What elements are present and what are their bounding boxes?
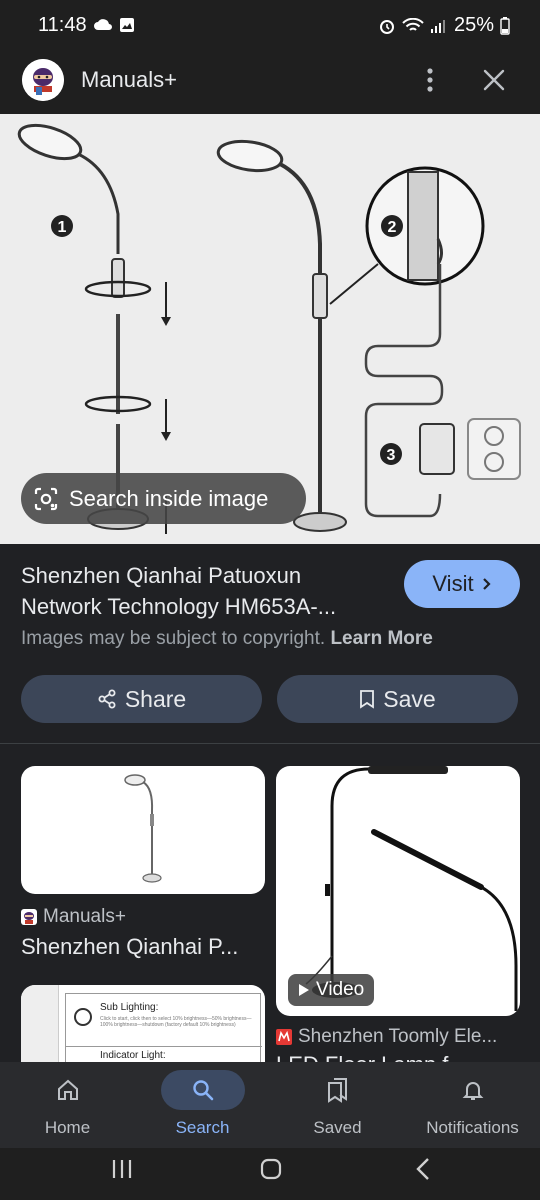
manuals-plus-favicon-icon <box>21 909 37 925</box>
nav-home-icon-wrap <box>26 1070 110 1110</box>
gallery-icon <box>120 18 134 32</box>
share-icon <box>98 689 116 709</box>
manual-heading-1: Sub Lighting: <box>100 1002 159 1013</box>
status-right-icons: 25% <box>378 14 510 37</box>
related-source-1-label: Manuals+ <box>43 906 126 927</box>
nav-saved[interactable]: Saved <box>270 1062 405 1148</box>
battery-icon <box>500 16 510 35</box>
kebab-menu-icon <box>427 68 433 92</box>
copyright-notice: Images may be subject to copyright. Lear… <box>21 628 433 650</box>
nav-notifications-icon-wrap <box>431 1070 515 1110</box>
toomly-favicon-icon <box>276 1029 292 1045</box>
close-button[interactable] <box>480 66 508 94</box>
learn-more-link[interactable]: Learn More <box>330 628 432 649</box>
sun-icon <box>74 1008 92 1026</box>
recent-apps-icon[interactable] <box>110 1158 134 1180</box>
app-header: Manuals+ <box>0 48 540 114</box>
related-title-1[interactable]: Shenzhen Qianhai P... <box>21 934 265 960</box>
signal-icon <box>430 19 445 33</box>
floor-lamp-thumbnail <box>124 774 162 883</box>
bell-icon <box>462 1082 483 1100</box>
related-source-1: Manuals+ <box>21 906 126 928</box>
home-button-icon[interactable] <box>259 1157 283 1181</box>
bookmarks-icon <box>327 1078 347 1103</box>
site-title: Manuals+ <box>81 67 178 92</box>
search-inside-label: Search inside image <box>69 485 269 511</box>
result-title-line2: Network Technology HM653A-... <box>21 594 337 619</box>
step-2-label: 2 <box>388 219 397 236</box>
manual-heading-2: Indicator Light: <box>100 1050 166 1061</box>
back-icon[interactable] <box>414 1157 432 1181</box>
nav-saved-icon-wrap <box>296 1070 380 1110</box>
wifi-icon <box>402 17 424 31</box>
manual-body-1: Click to start, click then to select 10%… <box>100 1016 252 1028</box>
lens-icon <box>34 487 58 510</box>
manual-divider <box>66 1046 262 1047</box>
nav-saved-label: Saved <box>313 1118 362 1137</box>
nav-search-label: Search <box>175 1118 230 1137</box>
share-label: Share <box>124 685 187 712</box>
save-button[interactable]: Save <box>277 675 518 723</box>
step-3-label: 3 <box>387 447 396 464</box>
status-time: 11:48 <box>38 14 87 36</box>
nav-notifications[interactable]: Notifications <box>405 1062 540 1148</box>
home-icon <box>57 1079 78 1100</box>
nav-home[interactable]: Home <box>0 1062 135 1148</box>
site-favicon-avatar <box>22 59 64 101</box>
search-inside-image-button[interactable]: Search inside image <box>21 473 306 524</box>
status-bar: 11:48 25% <box>0 0 540 48</box>
bookmark-icon <box>360 690 375 709</box>
video-badge: Video <box>288 974 375 1006</box>
nav-notifications-label: Notifications <box>426 1118 519 1137</box>
cloud-icon <box>94 19 112 30</box>
related-source-2-label: Shenzhen Toomly Ele... <box>298 1026 498 1047</box>
result-title[interactable]: Shenzhen Qianhai Patuoxun Network Techno… <box>21 560 391 622</box>
nav-home-label: Home <box>44 1118 91 1137</box>
system-navigation-bar <box>0 1148 540 1200</box>
nav-search-icon-wrap <box>160 1070 245 1110</box>
chevron-right-icon <box>482 578 491 590</box>
section-divider <box>0 743 540 744</box>
nav-search[interactable]: Search <box>135 1062 270 1148</box>
bottom-navigation: Home Search Saved Notifications <box>0 1062 540 1148</box>
close-icon <box>483 69 505 91</box>
alarm-icon <box>379 19 394 34</box>
video-badge-label: Video <box>316 979 365 1000</box>
related-source-2: Shenzhen Toomly Ele... <box>276 1026 497 1048</box>
step-1-label: 1 <box>58 219 67 236</box>
play-icon <box>299 984 309 996</box>
save-label: Save <box>383 685 436 712</box>
copyright-text: Images may be subject to copyright. <box>21 628 326 649</box>
result-title-line1: Shenzhen Qianhai Patuoxun <box>21 563 302 588</box>
battery-percent: 25% <box>453 14 494 36</box>
visit-label: Visit <box>432 571 474 596</box>
more-options-button[interactable] <box>418 63 442 97</box>
status-notification-icons <box>93 17 135 33</box>
related-image-1[interactable] <box>21 766 265 894</box>
ninja-logo-icon <box>22 59 64 101</box>
share-button[interactable]: Share <box>21 675 262 723</box>
visit-button[interactable]: Visit <box>404 560 520 608</box>
search-icon <box>192 1080 213 1101</box>
